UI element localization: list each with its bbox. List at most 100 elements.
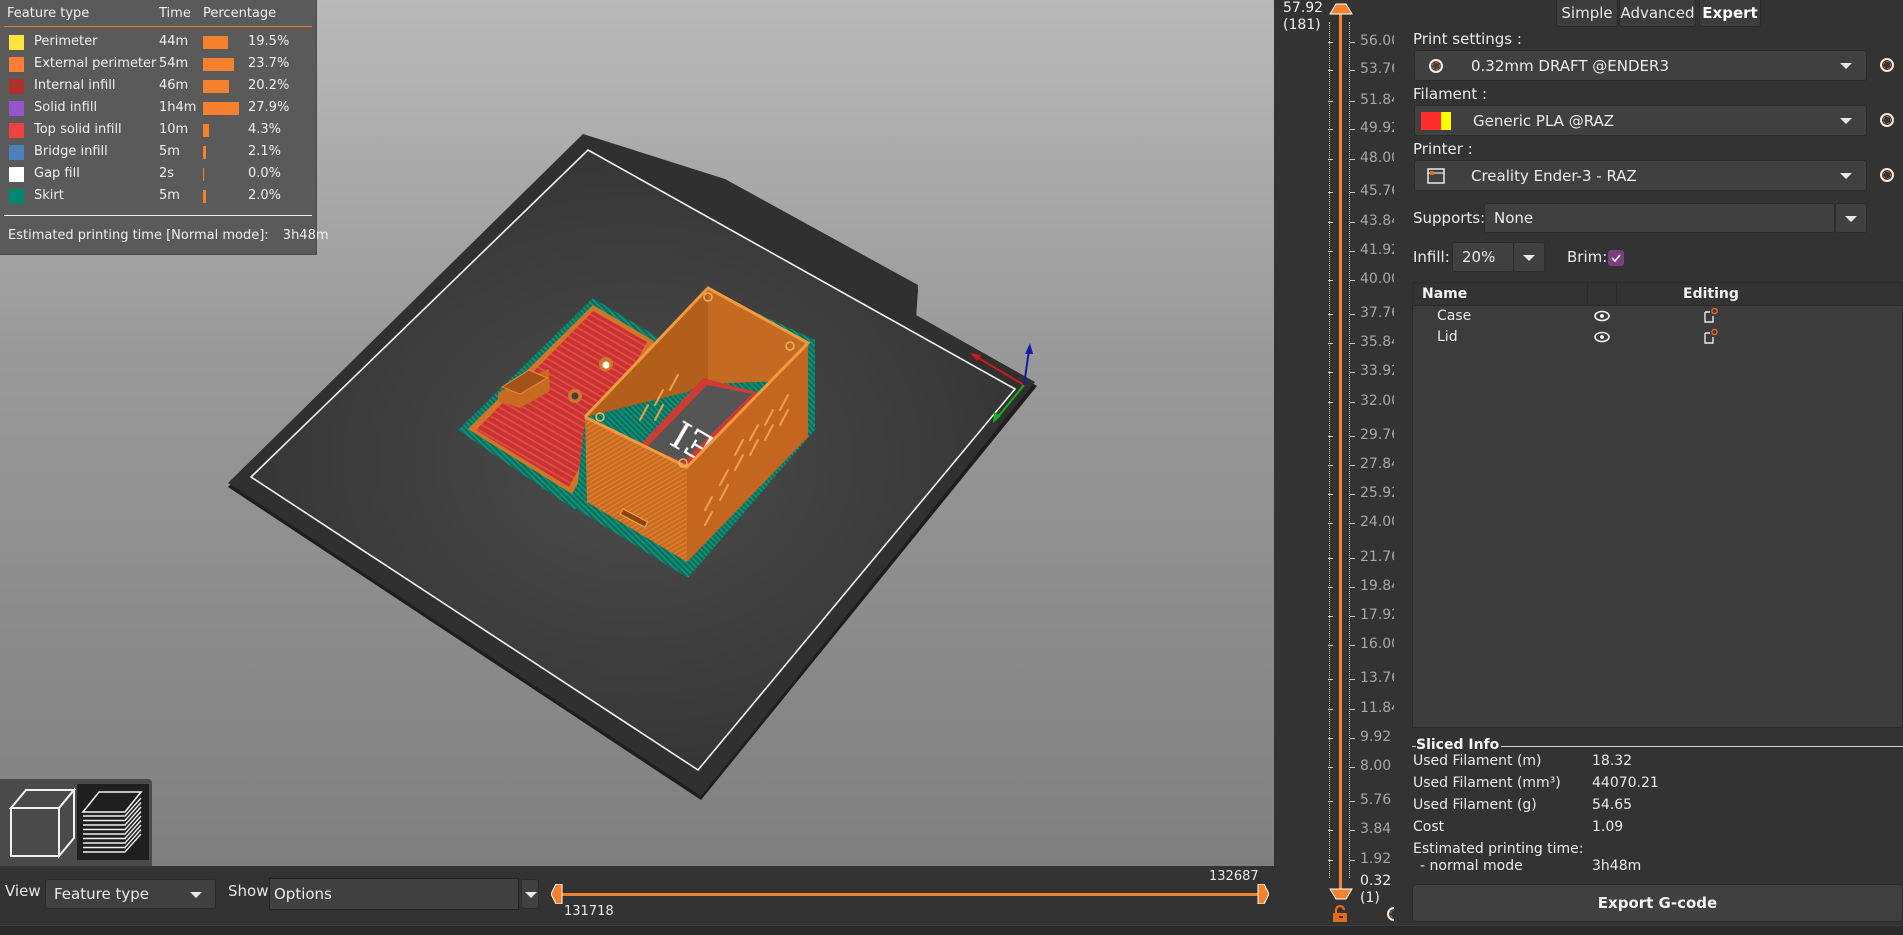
tab-expert[interactable]: Expert <box>1699 0 1761 27</box>
legend-color-swatch <box>9 123 24 138</box>
infill-label: Infill: <box>1413 248 1450 266</box>
tab-simple[interactable]: Simple <box>1556 0 1618 27</box>
legend-item-name: Bridge infill <box>34 144 108 159</box>
legend-header-feature: Feature type <box>7 6 90 21</box>
legend-item-bar <box>203 124 209 137</box>
view-type-value: Feature type <box>54 885 149 903</box>
sliced-info-label: Used Filament (g) <box>1413 797 1537 813</box>
legend-estimated-time: Estimated printing time [Normal mode]: 3… <box>8 228 329 243</box>
object-list[interactable]: Name Editing Case Lid <box>1412 282 1903 728</box>
supports-dropdown[interactable]: None <box>1484 203 1835 233</box>
supports-value: None <box>1494 209 1534 227</box>
legend-item-name: Perimeter <box>34 34 98 49</box>
view-mode-toggle <box>0 779 152 866</box>
sliced-info: Sliced Info Used Filament (m) 18.32 Used F… <box>1412 737 1903 880</box>
infill-field[interactable]: 20% <box>1452 242 1514 272</box>
filament-dropdown[interactable]: Generic PLA @RAZ <box>1414 105 1867 136</box>
infill-dropdown-button[interactable] <box>1513 242 1545 272</box>
legend-item-name: Skirt <box>34 188 64 203</box>
vslider-bottom-thumb[interactable] <box>1329 888 1353 900</box>
edit-settings-icon[interactable] <box>1703 307 1719 323</box>
show-options-dropdown-button[interactable] <box>521 879 539 909</box>
sliced-info-value: 18.32 <box>1592 753 1633 769</box>
unlock-icon[interactable] <box>1332 905 1348 922</box>
eye-icon[interactable] <box>1594 331 1610 343</box>
legend-item: External perimeter 54m 23.7% <box>0 53 316 75</box>
object-row-lid[interactable]: Lid <box>1413 327 1902 348</box>
vslider-bottom-height: 0.32 <box>1360 873 1392 889</box>
column-name: Name <box>1422 286 1468 302</box>
legend-header-divider <box>4 26 312 27</box>
legend-color-swatch <box>9 57 24 72</box>
print-settings-dropdown[interactable]: 0.32mm DRAFT @ENDER3 <box>1414 50 1867 81</box>
vslider-ruler-left <box>1329 22 1331 878</box>
eye-icon[interactable] <box>1594 310 1610 322</box>
preview-button[interactable] <box>77 784 149 860</box>
printer-dropdown[interactable]: Creality Ender-3 - RAZ <box>1414 160 1867 191</box>
print-settings-gear-icon[interactable] <box>1880 58 1894 72</box>
vslider-top-value: 57.92 (181) <box>1283 0 1323 34</box>
legend-item-time: 5m <box>159 144 180 159</box>
legend-item-percentage: 2.1% <box>248 144 282 159</box>
3d-view-button[interactable] <box>6 784 78 860</box>
legend-color-swatch <box>9 189 24 204</box>
vertical-layer-slider[interactable] <box>1339 12 1342 892</box>
hslider-right-thumb[interactable] <box>1257 884 1269 904</box>
printer-gear-icon[interactable] <box>1880 168 1894 182</box>
legend-item: Solid infill 1h4m 27.9% <box>0 97 316 119</box>
3d-viewport[interactable]: EI Feature type Time Percentage Perimete… <box>0 0 1274 866</box>
legend-item: Skirt 5m 2.0% <box>0 185 316 207</box>
filament-value: Generic PLA @RAZ <box>1473 112 1615 130</box>
object-row-case[interactable]: Case <box>1413 306 1902 327</box>
view-type-dropdown[interactable]: Feature type <box>45 879 216 909</box>
legend-item: Internal infill 46m 20.2% <box>0 75 316 97</box>
normal-mode-label: - normal mode <box>1420 858 1523 874</box>
vslider-tick-label: 1.92 <box>1327 851 1392 867</box>
object-name: Lid <box>1437 329 1458 345</box>
lid-hole-inner <box>602 361 610 369</box>
chevron-down-icon <box>1840 173 1852 179</box>
legend-item-time: 5m <box>159 188 180 203</box>
horizontal-move-slider[interactable] <box>556 893 1262 896</box>
sliced-info-value: 44070.21 <box>1592 775 1659 791</box>
legend-color-swatch <box>9 167 24 182</box>
legend-item-time: 1h4m <box>159 100 197 115</box>
view-label: View <box>5 882 41 900</box>
object-list-header: Name Editing <box>1413 283 1902 306</box>
legend-item-name: Internal infill <box>34 78 116 93</box>
filament-gear-icon[interactable] <box>1880 113 1894 127</box>
legend-item-percentage: 19.5% <box>248 34 290 49</box>
legend-item-name: Solid infill <box>34 100 98 115</box>
lid-hole-inner <box>571 392 579 400</box>
legend-item-bar <box>203 102 239 115</box>
print-settings-value: 0.32mm DRAFT @ENDER3 <box>1471 57 1670 75</box>
supports-dropdown-button[interactable] <box>1835 203 1867 233</box>
normal-mode-value: 3h48m <box>1592 858 1642 874</box>
edit-settings-icon[interactable] <box>1703 328 1719 344</box>
chevron-down-icon <box>1523 255 1535 261</box>
cube-icon <box>8 787 77 859</box>
hslider-left-thumb[interactable] <box>551 884 563 904</box>
export-gcode-button[interactable]: Export G-code <box>1412 884 1903 922</box>
brim-checkbox[interactable] <box>1608 250 1624 266</box>
legend-item-bar <box>203 190 206 203</box>
legend-divider <box>4 215 312 216</box>
chevron-down-icon <box>1845 216 1857 222</box>
vslider-top-thumb[interactable] <box>1329 3 1353 15</box>
vslider-bottom-layer: (1) <box>1360 890 1380 906</box>
column-divider <box>1587 283 1588 305</box>
legend-item-bar <box>203 168 204 181</box>
print-settings-label: Print settings : <box>1413 30 1522 48</box>
show-options-dropdown[interactable]: Options <box>269 878 519 910</box>
tab-advanced[interactable]: Advanced <box>1619 0 1696 27</box>
legend-item-percentage: 4.3% <box>248 122 282 137</box>
vslider-top-layer: (181) <box>1283 17 1321 33</box>
show-label: Show <box>228 882 269 900</box>
estimated-time-label: Estimated printing time [Normal mode]: <box>8 228 269 243</box>
hslider-max-value: 132687 <box>1209 869 1259 884</box>
vslider-ruler-right <box>1349 22 1351 878</box>
legend-item-name: External perimeter <box>34 56 157 71</box>
legend-color-swatch <box>9 101 24 116</box>
sliced-info-value: 1.09 <box>1592 819 1624 835</box>
object-name: Case <box>1437 308 1472 324</box>
